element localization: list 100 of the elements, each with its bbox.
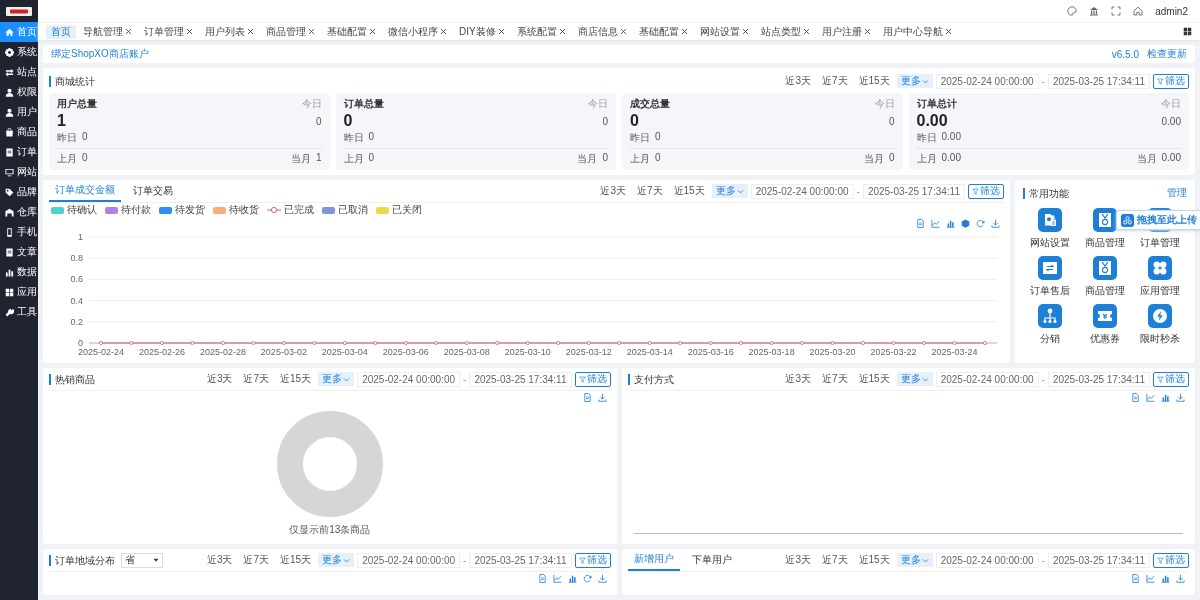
end-date-field[interactable]: 2025-03-25 17:34:11: [469, 552, 572, 568]
bind-account-link[interactable]: 绑定ShopXO商店账户: [51, 47, 149, 61]
sidebar-item[interactable]: 网站: [0, 162, 38, 182]
more-dropdown[interactable]: 更多: [318, 553, 355, 567]
lightning-icon[interactable]: [1147, 304, 1172, 328]
bar-chart-icon[interactable]: [1161, 573, 1170, 583]
page-tab[interactable]: 系统配置: [511, 24, 571, 39]
document-icon[interactable]: [916, 218, 925, 228]
line-chart-icon[interactable]: [931, 218, 940, 228]
page-tab[interactable]: 用户中心导航: [877, 24, 957, 39]
close-icon[interactable]: [369, 28, 376, 35]
line-chart-icon[interactable]: [1146, 573, 1155, 583]
palette-icon[interactable]: [1067, 6, 1078, 16]
filter-button[interactable]: 筛选: [968, 183, 1004, 199]
username[interactable]: admin2: [1155, 5, 1188, 17]
start-date-field[interactable]: 2025-02-24 00:00:00: [935, 552, 1039, 568]
start-date-field[interactable]: 2025-02-24 00:00:00: [357, 371, 461, 387]
sidebar-item[interactable]: 站点: [0, 62, 38, 82]
sidebar-item[interactable]: 品牌: [0, 182, 38, 202]
filter-button[interactable]: 筛选: [1153, 371, 1189, 387]
page-tab[interactable]: 首页: [46, 24, 76, 39]
fullscreen-icon[interactable]: [1111, 6, 1122, 16]
more-dropdown[interactable]: 更多: [318, 372, 355, 386]
page-tab[interactable]: 网站设置: [694, 24, 754, 39]
close-icon[interactable]: [308, 28, 315, 35]
chart-tab[interactable]: 新增用户: [627, 549, 680, 571]
sidebar-item[interactable]: 仓库: [0, 202, 38, 222]
page-tab[interactable]: 用户列表: [200, 24, 259, 39]
shortcut-label[interactable]: 网站设置: [1030, 236, 1071, 250]
shortcut-label[interactable]: 分销: [1040, 332, 1061, 346]
shortcut-label[interactable]: 限时秒杀: [1139, 332, 1180, 346]
close-icon[interactable]: [125, 28, 132, 35]
end-date-field[interactable]: 2025-03-25 17:34:11: [862, 183, 965, 199]
end-date-field[interactable]: 2025-03-25 17:34:11: [469, 371, 572, 387]
download-icon[interactable]: [991, 218, 1000, 228]
sidebar-item[interactable]: 文章: [0, 242, 38, 262]
close-icon[interactable]: [497, 28, 505, 35]
more-dropdown[interactable]: 更多: [711, 184, 748, 198]
manage-link[interactable]: 管理: [1167, 186, 1187, 200]
check-update-link[interactable]: 检查更新: [1147, 47, 1187, 61]
start-date-field[interactable]: 2025-02-24 00:00:00: [357, 552, 461, 568]
page-tab[interactable]: 订单管理: [139, 24, 198, 39]
version-link[interactable]: v6.5.0: [1111, 48, 1139, 60]
close-icon[interactable]: [802, 28, 810, 35]
hierarchy-icon[interactable]: [1038, 304, 1063, 328]
chart-tab[interactable]: 订单交易: [127, 180, 179, 202]
page-tab[interactable]: 商品管理: [261, 24, 320, 39]
document-icon[interactable]: [1131, 392, 1140, 402]
page-tab[interactable]: 基础配置: [633, 24, 693, 39]
filter-button[interactable]: 筛选: [574, 371, 611, 387]
ticket-icon[interactable]: [1093, 304, 1117, 328]
more-dropdown[interactable]: 更多: [896, 74, 933, 88]
sidebar-item[interactable]: 系统: [0, 42, 38, 62]
refresh-icon[interactable]: [976, 218, 985, 228]
swap-icon[interactable]: [1038, 256, 1063, 280]
shortcut-label[interactable]: 优惠券: [1090, 332, 1120, 346]
close-icon[interactable]: [680, 28, 688, 35]
page-tab[interactable]: 站点类型: [755, 24, 815, 39]
close-icon[interactable]: [558, 28, 566, 35]
close-icon[interactable]: [440, 28, 447, 35]
logo[interactable]: [6, 6, 32, 16]
chart-tab[interactable]: 订单成交金额: [49, 180, 121, 202]
sidebar-item[interactable]: 用户: [0, 102, 38, 122]
download-icon[interactable]: [1176, 573, 1185, 583]
close-icon[interactable]: [619, 28, 627, 35]
more-dropdown[interactable]: 更多: [896, 372, 933, 386]
page-tab[interactable]: 商店信息: [572, 24, 632, 39]
close-icon[interactable]: [741, 28, 749, 35]
sidebar-item[interactable]: 应用: [0, 282, 38, 302]
refresh-icon[interactable]: [582, 573, 592, 583]
grid-icon[interactable]: [1183, 27, 1192, 36]
sidebar-item[interactable]: 商品: [0, 122, 38, 142]
document-icon[interactable]: [1131, 573, 1140, 583]
page-tab[interactable]: DIY装修: [454, 24, 510, 39]
close-icon[interactable]: [186, 28, 193, 35]
close-icon[interactable]: [247, 28, 254, 35]
sidebar-item[interactable]: 数据: [0, 262, 38, 282]
page-tab[interactable]: 基础配置: [322, 24, 381, 39]
page-tab[interactable]: 微信小程序: [383, 24, 452, 39]
building-icon[interactable]: [1089, 6, 1100, 16]
shortcut-label[interactable]: 订单管理: [1139, 236, 1180, 250]
page-tab[interactable]: 导航管理: [78, 24, 137, 39]
download-icon[interactable]: [597, 392, 607, 402]
upload-badge[interactable]: 拖拽至此上传: [1116, 210, 1200, 230]
more-dropdown[interactable]: 更多: [896, 553, 933, 567]
start-date-field[interactable]: 2025-02-24 00:00:00: [935, 73, 1039, 89]
sidebar-item[interactable]: 订单: [0, 142, 38, 162]
close-icon[interactable]: [944, 28, 952, 35]
home-icon[interactable]: [1133, 6, 1144, 16]
bar-chart-icon[interactable]: [1161, 392, 1170, 402]
line-chart-icon[interactable]: [552, 573, 562, 583]
sidebar-item[interactable]: 权限: [0, 82, 38, 102]
document-icon[interactable]: [582, 392, 592, 402]
shortcut-label[interactable]: 商品管理: [1085, 284, 1125, 298]
chart-tab[interactable]: 下单用户: [685, 549, 738, 571]
filter-button[interactable]: 筛选: [1153, 552, 1189, 568]
province-select[interactable]: 省: [121, 552, 163, 568]
download-icon[interactable]: [1176, 392, 1185, 402]
gear-document-icon[interactable]: [1038, 208, 1063, 232]
line-chart-icon[interactable]: [1146, 392, 1155, 402]
